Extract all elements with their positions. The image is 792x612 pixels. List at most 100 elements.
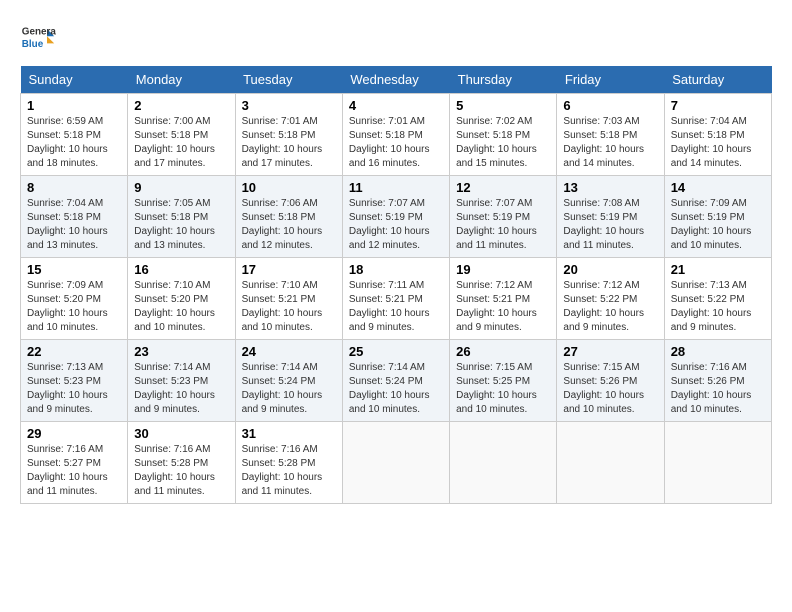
logo-icon: General Blue: [20, 20, 56, 56]
calendar-cell: [664, 422, 771, 504]
weekday-header-thursday: Thursday: [450, 66, 557, 94]
svg-text:Blue: Blue: [22, 39, 44, 50]
day-info: Sunrise: 7:10 AM Sunset: 5:21 PM Dayligh…: [242, 279, 336, 335]
day-number: 5: [456, 98, 550, 113]
day-number: 9: [134, 180, 228, 195]
calendar-cell: 14 Sunrise: 7:09 AM Sunset: 5:19 PM Dayl…: [664, 176, 771, 258]
day-number: 24: [242, 344, 336, 359]
day-info: Sunrise: 7:04 AM Sunset: 5:18 PM Dayligh…: [27, 197, 121, 253]
day-info: Sunrise: 7:09 AM Sunset: 5:19 PM Dayligh…: [671, 197, 765, 253]
day-number: 4: [349, 98, 443, 113]
calendar-cell: 11 Sunrise: 7:07 AM Sunset: 5:19 PM Dayl…: [342, 176, 449, 258]
weekday-header-tuesday: Tuesday: [235, 66, 342, 94]
calendar-cell: 30 Sunrise: 7:16 AM Sunset: 5:28 PM Dayl…: [128, 422, 235, 504]
page-header: General Blue: [20, 20, 772, 56]
day-info: Sunrise: 7:07 AM Sunset: 5:19 PM Dayligh…: [349, 197, 443, 253]
calendar-cell: 20 Sunrise: 7:12 AM Sunset: 5:22 PM Dayl…: [557, 258, 664, 340]
day-info: Sunrise: 7:14 AM Sunset: 5:24 PM Dayligh…: [242, 361, 336, 417]
day-number: 18: [349, 262, 443, 277]
day-info: Sunrise: 7:11 AM Sunset: 5:21 PM Dayligh…: [349, 279, 443, 335]
day-number: 7: [671, 98, 765, 113]
calendar-cell: 17 Sunrise: 7:10 AM Sunset: 5:21 PM Dayl…: [235, 258, 342, 340]
calendar-cell: 4 Sunrise: 7:01 AM Sunset: 5:18 PM Dayli…: [342, 94, 449, 176]
day-number: 13: [563, 180, 657, 195]
day-number: 21: [671, 262, 765, 277]
day-number: 2: [134, 98, 228, 113]
day-number: 8: [27, 180, 121, 195]
day-info: Sunrise: 7:00 AM Sunset: 5:18 PM Dayligh…: [134, 115, 228, 171]
calendar-cell: 24 Sunrise: 7:14 AM Sunset: 5:24 PM Dayl…: [235, 340, 342, 422]
calendar-cell: 21 Sunrise: 7:13 AM Sunset: 5:22 PM Dayl…: [664, 258, 771, 340]
day-info: Sunrise: 7:07 AM Sunset: 5:19 PM Dayligh…: [456, 197, 550, 253]
calendar-cell: 8 Sunrise: 7:04 AM Sunset: 5:18 PM Dayli…: [21, 176, 128, 258]
day-number: 30: [134, 426, 228, 441]
day-info: Sunrise: 7:14 AM Sunset: 5:23 PM Dayligh…: [134, 361, 228, 417]
day-info: Sunrise: 7:01 AM Sunset: 5:18 PM Dayligh…: [349, 115, 443, 171]
calendar-cell: 29 Sunrise: 7:16 AM Sunset: 5:27 PM Dayl…: [21, 422, 128, 504]
day-number: 12: [456, 180, 550, 195]
calendar-cell: 10 Sunrise: 7:06 AM Sunset: 5:18 PM Dayl…: [235, 176, 342, 258]
day-number: 11: [349, 180, 443, 195]
day-number: 16: [134, 262, 228, 277]
day-info: Sunrise: 7:16 AM Sunset: 5:27 PM Dayligh…: [27, 443, 121, 499]
day-number: 15: [27, 262, 121, 277]
day-info: Sunrise: 7:13 AM Sunset: 5:22 PM Dayligh…: [671, 279, 765, 335]
day-info: Sunrise: 7:13 AM Sunset: 5:23 PM Dayligh…: [27, 361, 121, 417]
weekday-header-sunday: Sunday: [21, 66, 128, 94]
day-info: Sunrise: 7:16 AM Sunset: 5:28 PM Dayligh…: [134, 443, 228, 499]
calendar-cell: 18 Sunrise: 7:11 AM Sunset: 5:21 PM Dayl…: [342, 258, 449, 340]
day-number: 22: [27, 344, 121, 359]
svg-text:General: General: [22, 26, 56, 37]
day-info: Sunrise: 7:16 AM Sunset: 5:28 PM Dayligh…: [242, 443, 336, 499]
calendar-cell: 28 Sunrise: 7:16 AM Sunset: 5:26 PM Dayl…: [664, 340, 771, 422]
calendar-cell: [450, 422, 557, 504]
calendar-cell: [557, 422, 664, 504]
day-info: Sunrise: 7:03 AM Sunset: 5:18 PM Dayligh…: [563, 115, 657, 171]
calendar-cell: 12 Sunrise: 7:07 AM Sunset: 5:19 PM Dayl…: [450, 176, 557, 258]
calendar-cell: 2 Sunrise: 7:00 AM Sunset: 5:18 PM Dayli…: [128, 94, 235, 176]
weekday-header-wednesday: Wednesday: [342, 66, 449, 94]
day-number: 10: [242, 180, 336, 195]
calendar-cell: 23 Sunrise: 7:14 AM Sunset: 5:23 PM Dayl…: [128, 340, 235, 422]
day-number: 3: [242, 98, 336, 113]
day-info: Sunrise: 7:01 AM Sunset: 5:18 PM Dayligh…: [242, 115, 336, 171]
calendar-cell: 1 Sunrise: 6:59 AM Sunset: 5:18 PM Dayli…: [21, 94, 128, 176]
day-info: Sunrise: 7:05 AM Sunset: 5:18 PM Dayligh…: [134, 197, 228, 253]
calendar-table: SundayMondayTuesdayWednesdayThursdayFrid…: [20, 66, 772, 504]
day-info: Sunrise: 7:12 AM Sunset: 5:22 PM Dayligh…: [563, 279, 657, 335]
calendar-cell: 3 Sunrise: 7:01 AM Sunset: 5:18 PM Dayli…: [235, 94, 342, 176]
day-number: 1: [27, 98, 121, 113]
day-number: 14: [671, 180, 765, 195]
calendar-cell: 22 Sunrise: 7:13 AM Sunset: 5:23 PM Dayl…: [21, 340, 128, 422]
day-number: 28: [671, 344, 765, 359]
calendar-cell: 9 Sunrise: 7:05 AM Sunset: 5:18 PM Dayli…: [128, 176, 235, 258]
day-info: Sunrise: 7:04 AM Sunset: 5:18 PM Dayligh…: [671, 115, 765, 171]
calendar-cell: 16 Sunrise: 7:10 AM Sunset: 5:20 PM Dayl…: [128, 258, 235, 340]
day-number: 17: [242, 262, 336, 277]
calendar-cell: 6 Sunrise: 7:03 AM Sunset: 5:18 PM Dayli…: [557, 94, 664, 176]
calendar-cell: 19 Sunrise: 7:12 AM Sunset: 5:21 PM Dayl…: [450, 258, 557, 340]
logo: General Blue: [20, 20, 56, 56]
day-info: Sunrise: 7:12 AM Sunset: 5:21 PM Dayligh…: [456, 279, 550, 335]
calendar-cell: 26 Sunrise: 7:15 AM Sunset: 5:25 PM Dayl…: [450, 340, 557, 422]
calendar-cell: [342, 422, 449, 504]
weekday-header-friday: Friday: [557, 66, 664, 94]
day-info: Sunrise: 7:08 AM Sunset: 5:19 PM Dayligh…: [563, 197, 657, 253]
calendar-cell: 31 Sunrise: 7:16 AM Sunset: 5:28 PM Dayl…: [235, 422, 342, 504]
calendar-cell: 13 Sunrise: 7:08 AM Sunset: 5:19 PM Dayl…: [557, 176, 664, 258]
day-number: 27: [563, 344, 657, 359]
calendar-cell: 25 Sunrise: 7:14 AM Sunset: 5:24 PM Dayl…: [342, 340, 449, 422]
day-number: 25: [349, 344, 443, 359]
day-info: Sunrise: 6:59 AM Sunset: 5:18 PM Dayligh…: [27, 115, 121, 171]
day-info: Sunrise: 7:02 AM Sunset: 5:18 PM Dayligh…: [456, 115, 550, 171]
day-number: 20: [563, 262, 657, 277]
calendar-cell: 15 Sunrise: 7:09 AM Sunset: 5:20 PM Dayl…: [21, 258, 128, 340]
day-info: Sunrise: 7:15 AM Sunset: 5:26 PM Dayligh…: [563, 361, 657, 417]
day-number: 23: [134, 344, 228, 359]
weekday-header-saturday: Saturday: [664, 66, 771, 94]
day-info: Sunrise: 7:14 AM Sunset: 5:24 PM Dayligh…: [349, 361, 443, 417]
calendar-cell: 7 Sunrise: 7:04 AM Sunset: 5:18 PM Dayli…: [664, 94, 771, 176]
calendar-cell: 27 Sunrise: 7:15 AM Sunset: 5:26 PM Dayl…: [557, 340, 664, 422]
day-number: 6: [563, 98, 657, 113]
day-number: 19: [456, 262, 550, 277]
